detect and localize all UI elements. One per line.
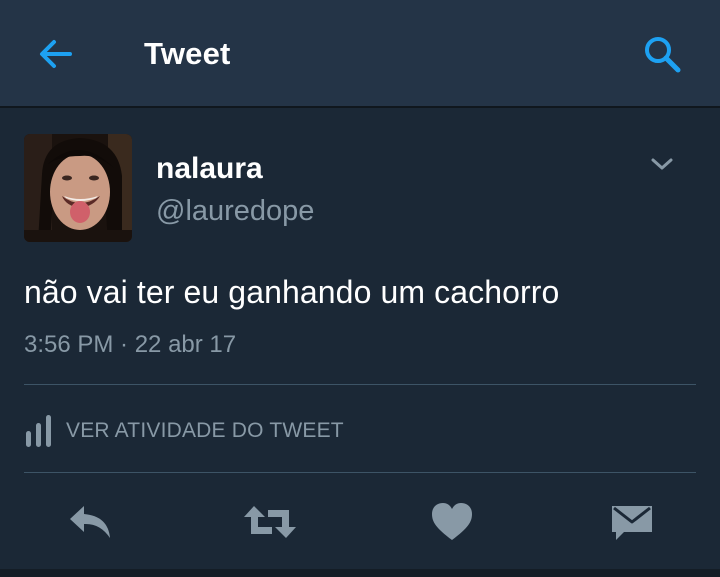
page-title: Tweet bbox=[144, 36, 231, 71]
reply-button[interactable] bbox=[62, 498, 118, 546]
divider bbox=[24, 384, 696, 385]
divider bbox=[24, 472, 696, 473]
user-handle[interactable]: @lauredope bbox=[156, 195, 314, 228]
bottom-edge bbox=[0, 569, 720, 577]
reply-icon bbox=[70, 506, 110, 538]
display-name[interactable]: nalaura bbox=[156, 152, 263, 186]
arrow-left-icon bbox=[40, 40, 72, 68]
activity-label: VER ATIVIDADE DO TWEET bbox=[66, 419, 344, 442]
retweet-button[interactable] bbox=[242, 498, 298, 546]
avatar[interactable] bbox=[24, 134, 132, 242]
top-bar: Tweet bbox=[0, 0, 720, 108]
back-button[interactable] bbox=[36, 34, 76, 74]
tweet-text: não vai ter eu ganhando um cachorro bbox=[24, 274, 560, 310]
like-button[interactable] bbox=[424, 498, 480, 546]
bar-chart-icon bbox=[26, 415, 51, 447]
tweet-menu-button[interactable] bbox=[646, 150, 678, 178]
avatar-photo bbox=[24, 134, 132, 242]
tweet-timestamp: 3:56 PM · 22 abr 17 bbox=[24, 331, 237, 358]
search-button[interactable] bbox=[640, 32, 684, 76]
retweet-icon bbox=[244, 506, 296, 538]
chevron-down-icon bbox=[651, 158, 673, 170]
search-icon bbox=[645, 37, 681, 73]
heart-icon bbox=[432, 503, 472, 540]
direct-message-button[interactable] bbox=[604, 498, 660, 546]
view-tweet-activity-button[interactable]: VER ATIVIDADE DO TWEET bbox=[24, 410, 344, 452]
envelope-icon bbox=[612, 506, 652, 540]
